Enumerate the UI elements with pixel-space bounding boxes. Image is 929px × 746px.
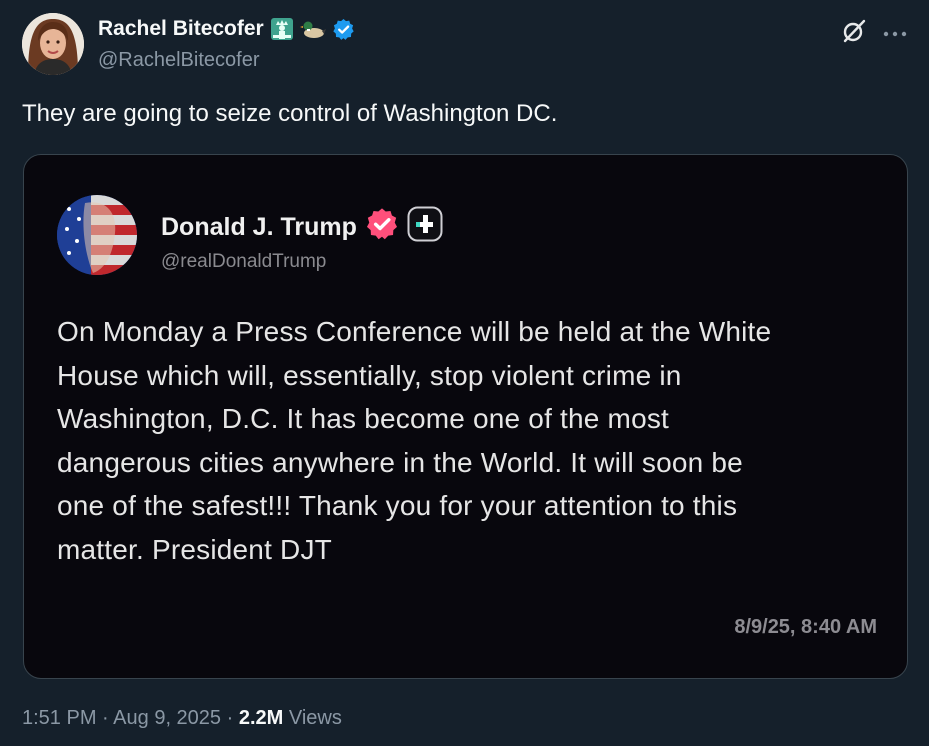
verified-badge-icon[interactable]	[332, 18, 355, 41]
views-label: Views	[288, 707, 342, 729]
embedded-image[interactable]: Donald J. Trump @realDonaldTrump On Mond…	[23, 154, 908, 679]
truth-plus-icon	[407, 206, 443, 249]
embedded-body-line: one of the safest!!! Thank you for your …	[57, 490, 738, 521]
more-options-icon[interactable]	[883, 25, 907, 43]
embedded-body-line: dangerous cities anywhere in the World. …	[57, 446, 743, 478]
tweet-meta: 1:51 PM · Aug 9, 2025 · 2.2M Views	[22, 707, 342, 730]
tweet-text: They are going to seize control of Washi…	[22, 100, 558, 127]
embedded-body-line: matter. President DJT	[57, 533, 332, 565]
embedded-body-line: Washington, D.C. It has become one of th…	[57, 403, 670, 434]
tweet-container: Rachel Bitecofer @RachelBitecofer They a…	[0, 0, 929, 746]
embedded-display-name: Donald J. Trump	[161, 213, 357, 241]
statue-of-liberty-icon	[270, 17, 294, 41]
author-name[interactable]: Rachel Bitecofer	[98, 17, 355, 41]
duck-icon	[299, 17, 326, 41]
views-count: 2.2M	[238, 707, 284, 729]
embedded-body-line: On Monday a Press Conference will be hel…	[57, 316, 772, 347]
embedded-timestamp: 8/9/25, 8:40 AM	[734, 616, 877, 638]
tweet-date[interactable]: Aug 9, 2025	[113, 707, 221, 729]
author-display-name[interactable]: Rachel Bitecofer	[98, 17, 264, 41]
embedded-body-line: House which will, essentially, stop viol…	[57, 359, 682, 391]
embedded-author-name: Donald J. Trump	[161, 206, 443, 249]
embedded-handle: @realDonaldTrump	[161, 251, 327, 272]
meta-separator: ·	[226, 707, 239, 729]
author-handle[interactable]: @RachelBitecofer	[98, 49, 259, 72]
tweet-time[interactable]: 1:51 PM	[22, 707, 96, 729]
top-actions	[841, 18, 907, 49]
meta-separator: ·	[102, 707, 114, 729]
grok-icon[interactable]	[841, 18, 867, 49]
truth-verified-badge-icon	[365, 207, 399, 248]
author-avatar[interactable]	[22, 13, 84, 75]
embedded-avatar	[57, 195, 137, 275]
embedded-body: On Monday a Press Conference will be hel…	[57, 310, 877, 571]
